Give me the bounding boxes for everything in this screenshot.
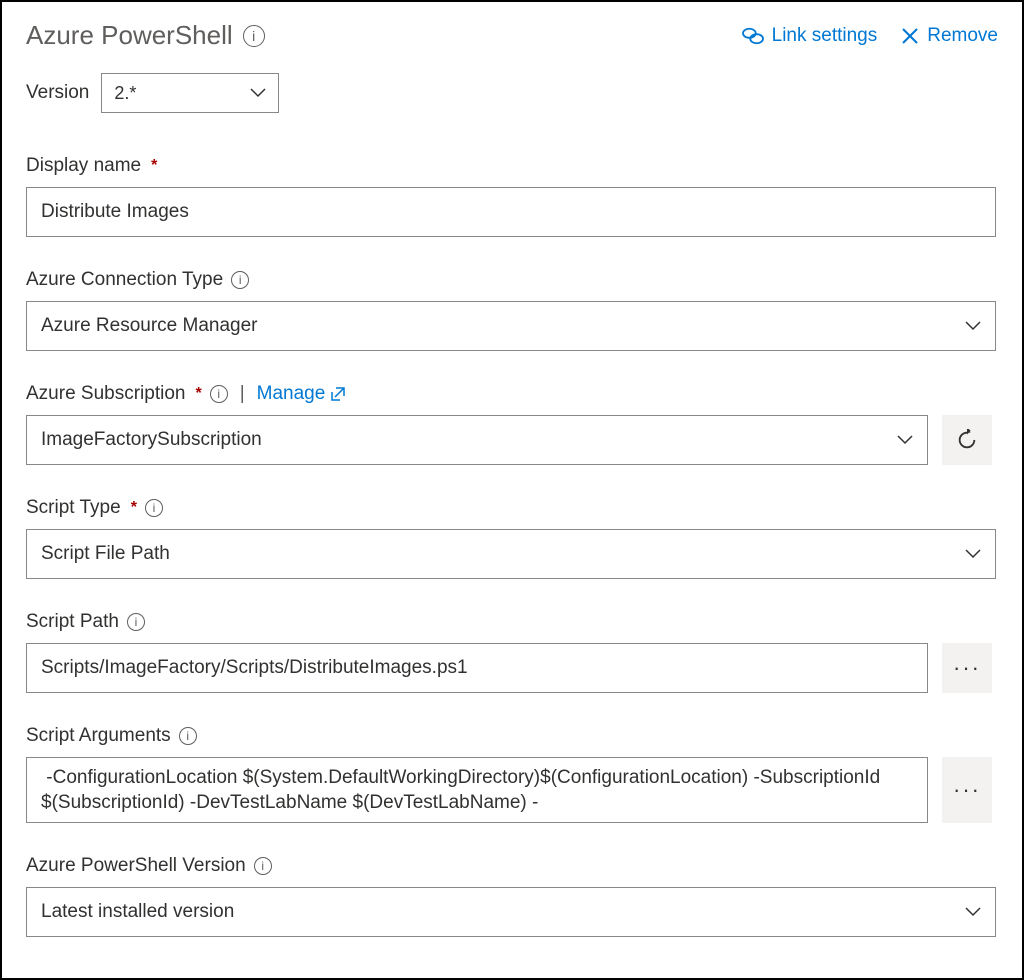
display-name-label-row: Display name * bbox=[26, 155, 998, 177]
refresh-icon bbox=[956, 429, 978, 451]
display-name-input[interactable] bbox=[26, 187, 996, 237]
field-script-args: Script Arguments i ··· bbox=[26, 725, 998, 823]
script-args-input[interactable] bbox=[26, 757, 928, 823]
script-args-row: ··· bbox=[26, 757, 998, 823]
manage-link[interactable]: Manage bbox=[257, 383, 346, 405]
connection-type-value: Azure Resource Manager bbox=[41, 315, 258, 337]
script-type-select[interactable]: Script File Path bbox=[26, 529, 996, 579]
field-connection-type: Azure Connection Type i Azure Resource M… bbox=[26, 269, 998, 351]
chevron-down-icon bbox=[965, 321, 981, 331]
version-row: Version 2.* bbox=[26, 73, 998, 113]
header-row: Azure PowerShell i Link settings bbox=[26, 20, 998, 51]
version-label: Version bbox=[26, 82, 89, 104]
connection-type-select[interactable]: Azure Resource Manager bbox=[26, 301, 996, 351]
refresh-button[interactable] bbox=[942, 415, 992, 465]
script-type-label: Script Type bbox=[26, 497, 121, 519]
version-value: 2.* bbox=[114, 83, 136, 104]
script-type-value: Script File Path bbox=[41, 543, 170, 565]
script-args-label: Script Arguments bbox=[26, 725, 171, 747]
subscription-info-icon[interactable]: i bbox=[210, 385, 228, 403]
connection-type-label-row: Azure Connection Type i bbox=[26, 269, 998, 291]
field-script-path: Script Path i ··· bbox=[26, 611, 998, 693]
page-title: Azure PowerShell bbox=[26, 20, 233, 51]
chevron-down-icon bbox=[250, 88, 266, 98]
browse-script-path-button[interactable]: ··· bbox=[942, 643, 992, 693]
version-select[interactable]: 2.* bbox=[101, 73, 279, 113]
field-ps-version: Azure PowerShell Version i Latest instal… bbox=[26, 855, 998, 937]
close-icon bbox=[901, 27, 919, 45]
ps-version-label: Azure PowerShell Version bbox=[26, 855, 246, 877]
chevron-down-icon bbox=[965, 907, 981, 917]
divider: | bbox=[240, 383, 245, 405]
remove-label: Remove bbox=[927, 25, 998, 47]
required-asterisk: * bbox=[151, 157, 157, 175]
subscription-label: Azure Subscription bbox=[26, 383, 185, 405]
subscription-label-row: Azure Subscription * i | Manage bbox=[26, 383, 998, 405]
subscription-row: ImageFactorySubscription bbox=[26, 415, 998, 465]
subscription-value: ImageFactorySubscription bbox=[41, 429, 262, 451]
subscription-select[interactable]: ImageFactorySubscription bbox=[26, 415, 928, 465]
script-args-info-icon[interactable]: i bbox=[179, 727, 197, 745]
script-path-label-row: Script Path i bbox=[26, 611, 998, 633]
ps-version-value: Latest installed version bbox=[41, 901, 234, 923]
link-settings-button[interactable]: Link settings bbox=[742, 25, 878, 47]
link-icon bbox=[742, 26, 764, 46]
field-script-type: Script Type * i Script File Path bbox=[26, 497, 998, 579]
field-subscription: Azure Subscription * i | Manage bbox=[26, 383, 998, 465]
ellipsis-icon: ··· bbox=[953, 777, 981, 803]
script-path-row: ··· bbox=[26, 643, 998, 693]
ellipsis-icon: ··· bbox=[953, 655, 981, 681]
browse-script-args-button[interactable]: ··· bbox=[942, 757, 992, 823]
connection-type-label: Azure Connection Type bbox=[26, 269, 223, 291]
link-settings-label: Link settings bbox=[772, 25, 878, 47]
field-display-name: Display name * bbox=[26, 155, 998, 237]
title-info-icon[interactable]: i bbox=[243, 25, 265, 47]
connection-type-info-icon[interactable]: i bbox=[231, 271, 249, 289]
script-type-label-row: Script Type * i bbox=[26, 497, 998, 519]
manage-label: Manage bbox=[257, 383, 326, 405]
ps-version-label-row: Azure PowerShell Version i bbox=[26, 855, 998, 877]
form-section: Display name * Azure Connection Type i A… bbox=[26, 155, 998, 937]
ps-version-info-icon[interactable]: i bbox=[254, 857, 272, 875]
chevron-down-icon bbox=[965, 549, 981, 559]
script-path-input[interactable] bbox=[26, 643, 928, 693]
remove-button[interactable]: Remove bbox=[901, 25, 998, 47]
required-asterisk: * bbox=[195, 385, 201, 403]
task-editor-panel: Azure PowerShell i Link settings bbox=[0, 0, 1024, 980]
title-group: Azure PowerShell i bbox=[26, 20, 265, 51]
ps-version-select[interactable]: Latest installed version bbox=[26, 887, 996, 937]
script-args-label-row: Script Arguments i bbox=[26, 725, 998, 747]
required-asterisk: * bbox=[131, 499, 137, 517]
header-actions: Link settings Remove bbox=[742, 25, 998, 47]
chevron-down-icon bbox=[897, 435, 913, 445]
script-path-label: Script Path bbox=[26, 611, 119, 633]
display-name-label: Display name bbox=[26, 155, 141, 177]
script-type-info-icon[interactable]: i bbox=[145, 499, 163, 517]
script-path-info-icon[interactable]: i bbox=[127, 613, 145, 631]
external-link-icon bbox=[331, 387, 345, 401]
